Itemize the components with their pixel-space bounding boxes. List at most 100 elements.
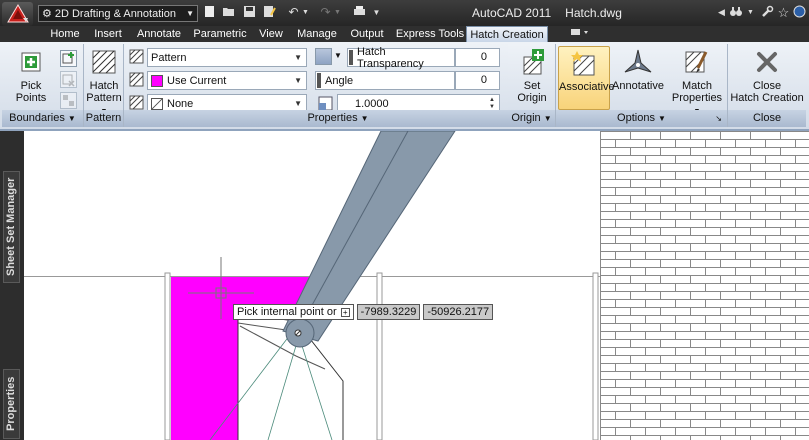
chevron-down-icon[interactable]: ▼ xyxy=(334,51,342,60)
chevron-down-icon: ▼ xyxy=(67,114,76,123)
hatch-type-value: Pattern xyxy=(151,51,187,64)
binoculars-icon[interactable] xyxy=(728,5,743,20)
file-name: Hatch.dwg xyxy=(565,6,622,20)
help-icon[interactable] xyxy=(792,5,807,20)
none-swatch xyxy=(151,97,163,110)
match-properties-button[interactable]: Match Properties ▼ xyxy=(668,48,726,118)
properties-panel: Pattern ▼ Use Current ▼ None ▼ ▼ Hatch T… xyxy=(124,44,553,127)
hatch-color-combo[interactable]: Use Current ▼ xyxy=(147,71,307,90)
x-coordinate-field[interactable]: -7989.3229 xyxy=(356,304,421,320)
sheet-set-manager-tab[interactable]: Sheet Set Manager xyxy=(3,171,20,283)
y-coordinate-field[interactable]: -50926.2177 xyxy=(423,304,494,320)
hatch-type-icon xyxy=(128,48,145,65)
wrench-icon[interactable] xyxy=(760,5,775,20)
tab-manage[interactable]: Manage xyxy=(293,26,341,42)
chevron-down-icon: ▼ xyxy=(186,9,194,18)
ribbon-tab-bar: Home Insert Annotate Parametric View Man… xyxy=(0,26,809,42)
match-properties-label-line2: Properties xyxy=(671,92,723,104)
tab-view[interactable]: View xyxy=(255,26,287,42)
properties-palette-tab[interactable]: Properties xyxy=(3,369,20,439)
pick-points-icon xyxy=(16,48,46,76)
select-boundary-objects-icon[interactable] xyxy=(60,50,77,67)
set-origin-label-line2: Origin xyxy=(517,92,547,104)
hatch-transparency-icon[interactable] xyxy=(315,48,332,65)
tab-insert[interactable]: Insert xyxy=(88,26,128,42)
search-left-arrow-icon[interactable]: ◀ xyxy=(714,5,729,20)
tab-parametric[interactable]: Parametric xyxy=(190,26,250,42)
hatch-transparency-value[interactable]: 0 xyxy=(455,48,500,67)
chevron-down-icon: ▼ xyxy=(294,76,302,85)
slider-thumb[interactable] xyxy=(317,73,321,88)
properties-panel-title[interactable]: Properties ▼ xyxy=(124,110,552,127)
origin-panel-title[interactable]: Origin ▼ xyxy=(508,110,555,127)
drawing-svg[interactable] xyxy=(0,131,809,440)
match-properties-icon xyxy=(682,48,712,76)
save-icon[interactable] xyxy=(242,5,257,20)
set-origin-icon xyxy=(517,48,547,76)
associative-label: Associative xyxy=(559,81,615,93)
hatch-type-combo[interactable]: Pattern ▼ xyxy=(147,48,307,67)
angle-value[interactable]: 0 xyxy=(455,71,500,90)
boundaries-panel: Pick Points Boundaries ▼ xyxy=(2,44,84,127)
drawing-canvas[interactable] xyxy=(0,131,809,440)
recreate-boundary-icon[interactable] xyxy=(60,92,77,109)
pick-points-button[interactable]: Pick Points xyxy=(6,48,56,104)
open-file-icon[interactable] xyxy=(221,5,236,20)
set-origin-label-line1: Set xyxy=(523,80,541,92)
angle-label: Angle xyxy=(325,74,354,87)
tab-output[interactable]: Output xyxy=(346,26,388,42)
workspace-selector[interactable]: ⚙ 2D Drafting & Annotation ▼ xyxy=(38,5,198,22)
boundaries-title-text: Boundaries xyxy=(9,112,65,124)
plot-icon[interactable] xyxy=(352,5,367,20)
hatch-color-value: Use Current xyxy=(167,74,227,87)
new-file-icon[interactable] xyxy=(202,5,217,20)
hatch-transparency-slider[interactable]: Hatch Transparency xyxy=(347,45,455,70)
tab-express-tools[interactable]: Express Tools xyxy=(394,26,466,42)
autocad-logo-icon xyxy=(6,4,29,23)
close-hatch-creation-button[interactable]: Close Hatch Creation xyxy=(730,48,804,104)
chevron-down-icon[interactable]: ▼ xyxy=(298,5,313,20)
annotative-icon xyxy=(623,48,653,76)
scale-value: 1.0000 xyxy=(355,97,389,110)
gear-icon: ⚙ xyxy=(42,8,52,20)
hatch-color-icon xyxy=(128,71,145,88)
app-name: AutoCAD 2011 xyxy=(472,6,552,20)
ribbon-minimize-toggle[interactable] xyxy=(562,26,596,42)
tab-hatch-creation[interactable]: Hatch Creation xyxy=(466,26,548,42)
remove-boundary-objects-icon[interactable] xyxy=(60,71,77,88)
ribbon: Pick Points Boundaries ▼ Hatch Pattern ▼… xyxy=(0,42,809,131)
set-origin-button[interactable]: Set Origin xyxy=(512,48,552,104)
save-as-icon[interactable] xyxy=(262,5,277,20)
dialog-launcher-icon[interactable]: ↘ xyxy=(715,110,722,127)
application-menu-button[interactable] xyxy=(2,2,33,26)
background-color-value: None xyxy=(167,97,194,110)
annotative-button[interactable]: Annotative xyxy=(612,48,664,92)
pick-points-label: Pick Points xyxy=(15,80,47,104)
window-title: AutoCAD 2011 Hatch.dwg xyxy=(472,6,622,20)
tab-annotate[interactable]: Annotate xyxy=(133,26,185,42)
chevron-down-icon: ▼ xyxy=(360,114,369,123)
expand-options-icon[interactable]: + xyxy=(340,307,350,317)
spinner-arrows-icon[interactable]: ▲ ▼ xyxy=(489,97,495,111)
tab-home[interactable]: Home xyxy=(45,26,85,42)
close-panel: Close Hatch Creation Close xyxy=(728,44,806,127)
hatch-pattern-label-line1: Hatch xyxy=(89,80,119,92)
star-icon[interactable]: ☆ xyxy=(776,5,791,20)
associative-button[interactable]: Associative xyxy=(558,46,615,110)
hatch-pattern-button[interactable]: Hatch Pattern ▼ xyxy=(86,48,122,118)
hatch-pattern-icon xyxy=(89,48,119,76)
customize-qat-icon[interactable]: ▼ xyxy=(369,5,384,20)
brick-hatch-region[interactable] xyxy=(600,131,809,440)
angle-slider[interactable]: Angle xyxy=(315,71,455,90)
chevron-down-icon[interactable]: ▼ xyxy=(743,5,758,20)
pattern-panel-title: Pattern xyxy=(84,110,123,127)
command-prompt-box: Pick internal point or + xyxy=(233,304,354,320)
match-properties-label-line1: Match xyxy=(682,80,712,92)
origin-title-text: Origin xyxy=(511,112,541,124)
chevron-down-icon: ▼ xyxy=(294,53,302,62)
chevron-down-icon[interactable]: ▼ xyxy=(330,5,345,20)
slider-thumb[interactable] xyxy=(349,50,353,65)
options-panel-title[interactable]: Options ▼ ↘ xyxy=(556,110,727,127)
hatch-transparency-label: Hatch Transparency xyxy=(356,45,424,70)
boundaries-panel-title[interactable]: Boundaries ▼ xyxy=(2,110,83,127)
